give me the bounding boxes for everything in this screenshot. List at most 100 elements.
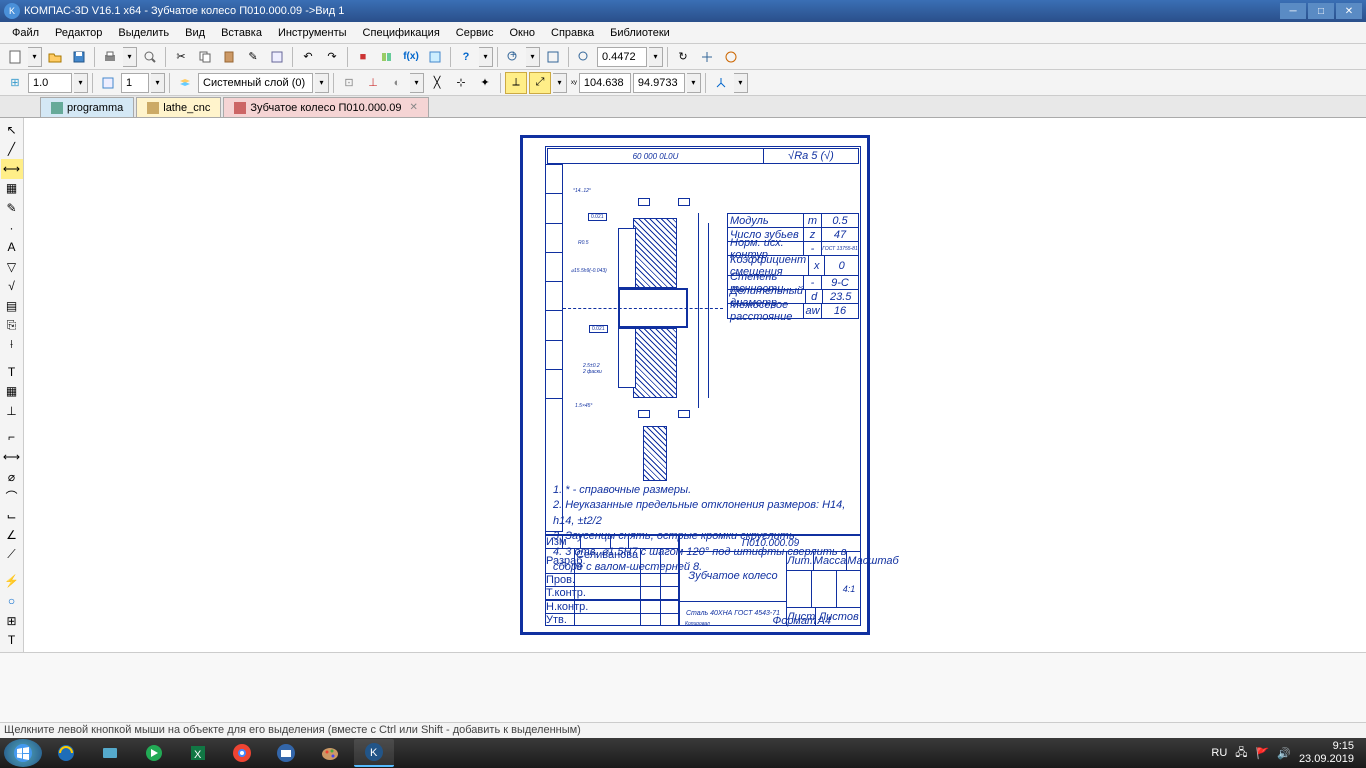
xyz-button[interactable] xyxy=(710,72,732,94)
coord-x-input[interactable] xyxy=(579,73,631,93)
coord-list-dropdown[interactable]: ▾ xyxy=(687,73,701,93)
maximize-button[interactable]: □ xyxy=(1308,3,1334,19)
open-button[interactable] xyxy=(44,46,66,68)
tool-measure[interactable]: ⟊ xyxy=(1,335,23,355)
menu-view[interactable]: Вид xyxy=(177,25,213,41)
menu-select[interactable]: Выделить xyxy=(110,25,177,41)
round-dropdown[interactable]: ▾ xyxy=(410,73,424,93)
round-toggle[interactable]: ◐ xyxy=(386,72,408,94)
menu-edit[interactable]: Редактор xyxy=(47,25,110,41)
variables-button[interactable] xyxy=(424,46,446,68)
zoom-fit-button[interactable] xyxy=(542,46,564,68)
snap-mode-2[interactable]: ⊹ xyxy=(450,72,472,94)
drawing-canvas[interactable]: 60 000 0L0U √Ra 5 (√) °14 xyxy=(24,118,1366,652)
stop-button[interactable]: ■ xyxy=(352,46,374,68)
tool-spec[interactable]: ▦ xyxy=(1,381,23,401)
zoom-value-dropdown[interactable]: ▾ xyxy=(649,47,663,67)
library-button[interactable] xyxy=(376,46,398,68)
tool-radius[interactable]: ⟋ xyxy=(1,545,23,565)
print-button[interactable] xyxy=(99,46,121,68)
task-paint[interactable] xyxy=(310,739,350,767)
tool-arc[interactable]: ⌒ xyxy=(1,486,23,506)
tab-lathe[interactable]: lathe_cnc xyxy=(136,97,221,117)
brush-button[interactable]: ✎ xyxy=(242,46,264,68)
tab-programma[interactable]: programma xyxy=(40,97,134,117)
tool-circle[interactable]: ○ xyxy=(1,591,23,611)
fx-button[interactable]: f(x) xyxy=(400,46,422,68)
task-media[interactable] xyxy=(134,739,174,767)
menu-file[interactable]: Файл xyxy=(4,25,47,41)
help-button[interactable]: ? xyxy=(455,46,477,68)
print-dropdown[interactable]: ▾ xyxy=(123,47,137,67)
task-excel[interactable]: X xyxy=(178,739,218,767)
snap-mode-1[interactable]: ╳ xyxy=(426,72,448,94)
grid-toggle[interactable]: ⊡ xyxy=(338,72,360,94)
tool-ucs[interactable]: ⌙ xyxy=(1,506,23,526)
tool-point[interactable]: · xyxy=(1,218,23,238)
layer-dropdown[interactable]: ▾ xyxy=(315,73,329,93)
copy-button[interactable] xyxy=(194,46,216,68)
redo-button[interactable]: ↷ xyxy=(321,46,343,68)
redraw-button[interactable]: ↻ xyxy=(672,46,694,68)
tray-sound-icon[interactable]: 🔊 xyxy=(1277,747,1291,760)
view-button[interactable] xyxy=(97,72,119,94)
coord-y-input[interactable] xyxy=(633,73,685,93)
step-dropdown[interactable]: ▾ xyxy=(151,73,165,93)
task-mail[interactable] xyxy=(266,739,306,767)
menu-spec[interactable]: Спецификация xyxy=(355,25,448,41)
tool-table[interactable]: ▤ xyxy=(1,296,23,316)
preview-button[interactable] xyxy=(139,46,161,68)
task-ie[interactable] xyxy=(46,739,86,767)
tool-grid[interactable]: ⊞ xyxy=(1,611,23,631)
menu-help[interactable]: Справка xyxy=(543,25,602,41)
coord-x-toggle[interactable]: ⟂ xyxy=(505,72,527,94)
ortho-toggle[interactable]: ⊥ xyxy=(362,72,384,94)
menu-window[interactable]: Окно xyxy=(501,25,543,41)
tray-lang[interactable]: RU xyxy=(1211,747,1227,759)
paste-button[interactable] xyxy=(218,46,240,68)
tool-symbol[interactable]: ▽ xyxy=(1,257,23,277)
tool-bolt[interactable]: ⚡ xyxy=(1,572,23,592)
menu-tools[interactable]: Инструменты xyxy=(270,25,355,41)
task-kompas[interactable]: K xyxy=(354,739,394,767)
new-dropdown[interactable]: ▾ xyxy=(28,47,42,67)
tool-rough[interactable]: √ xyxy=(1,277,23,297)
menu-libraries[interactable]: Библиотеки xyxy=(602,25,678,41)
undo-button[interactable]: ↶ xyxy=(297,46,319,68)
tool-copy[interactable]: ⎘ xyxy=(1,316,23,336)
zoom-input[interactable] xyxy=(597,47,647,67)
tab-gear[interactable]: Зубчатое колесо П010.000.09✕ xyxy=(223,97,429,117)
menu-insert[interactable]: Вставка xyxy=(213,25,270,41)
scale-input[interactable] xyxy=(28,73,72,93)
tool-angle[interactable]: ∠ xyxy=(1,525,23,545)
step-input[interactable] xyxy=(121,73,149,93)
help-dropdown[interactable]: ▾ xyxy=(479,47,493,67)
zoom-dropdown[interactable]: ▾ xyxy=(526,47,540,67)
tool-axis[interactable]: ⊥ xyxy=(1,401,23,421)
coord-y-toggle[interactable]: ⤢ xyxy=(529,72,551,94)
tray-network-icon[interactable]: 🖧 xyxy=(1235,744,1247,763)
tool-text[interactable]: A xyxy=(1,237,23,257)
snap-mode-3[interactable]: ✦ xyxy=(474,72,496,94)
pan-button[interactable] xyxy=(696,46,718,68)
tool-text2[interactable]: T xyxy=(1,362,23,382)
tool-diam[interactable]: ⌀ xyxy=(1,467,23,487)
layer-input[interactable] xyxy=(198,73,313,93)
task-files[interactable] xyxy=(90,739,130,767)
tray-clock[interactable]: 9:15 23.09.2019 xyxy=(1299,740,1354,766)
zoom-in-button[interactable]: + xyxy=(502,46,524,68)
minimize-button[interactable]: ─ xyxy=(1280,3,1306,19)
tool-hatch[interactable]: ▦ xyxy=(1,179,23,199)
scale-dropdown[interactable]: ▾ xyxy=(74,73,88,93)
tool-select[interactable]: ↖ xyxy=(1,120,23,140)
cut-button[interactable]: ✂ xyxy=(170,46,192,68)
close-button[interactable]: ✕ xyxy=(1336,3,1362,19)
tool-edit[interactable]: ✎ xyxy=(1,198,23,218)
orbit-button[interactable] xyxy=(720,46,742,68)
tool-label[interactable]: T xyxy=(1,630,23,650)
save-button[interactable] xyxy=(68,46,90,68)
menu-service[interactable]: Сервис xyxy=(448,25,502,41)
xyz-dropdown[interactable]: ▾ xyxy=(734,73,748,93)
properties-button[interactable] xyxy=(266,46,288,68)
tool-linear[interactable]: ⟷ xyxy=(1,447,23,467)
